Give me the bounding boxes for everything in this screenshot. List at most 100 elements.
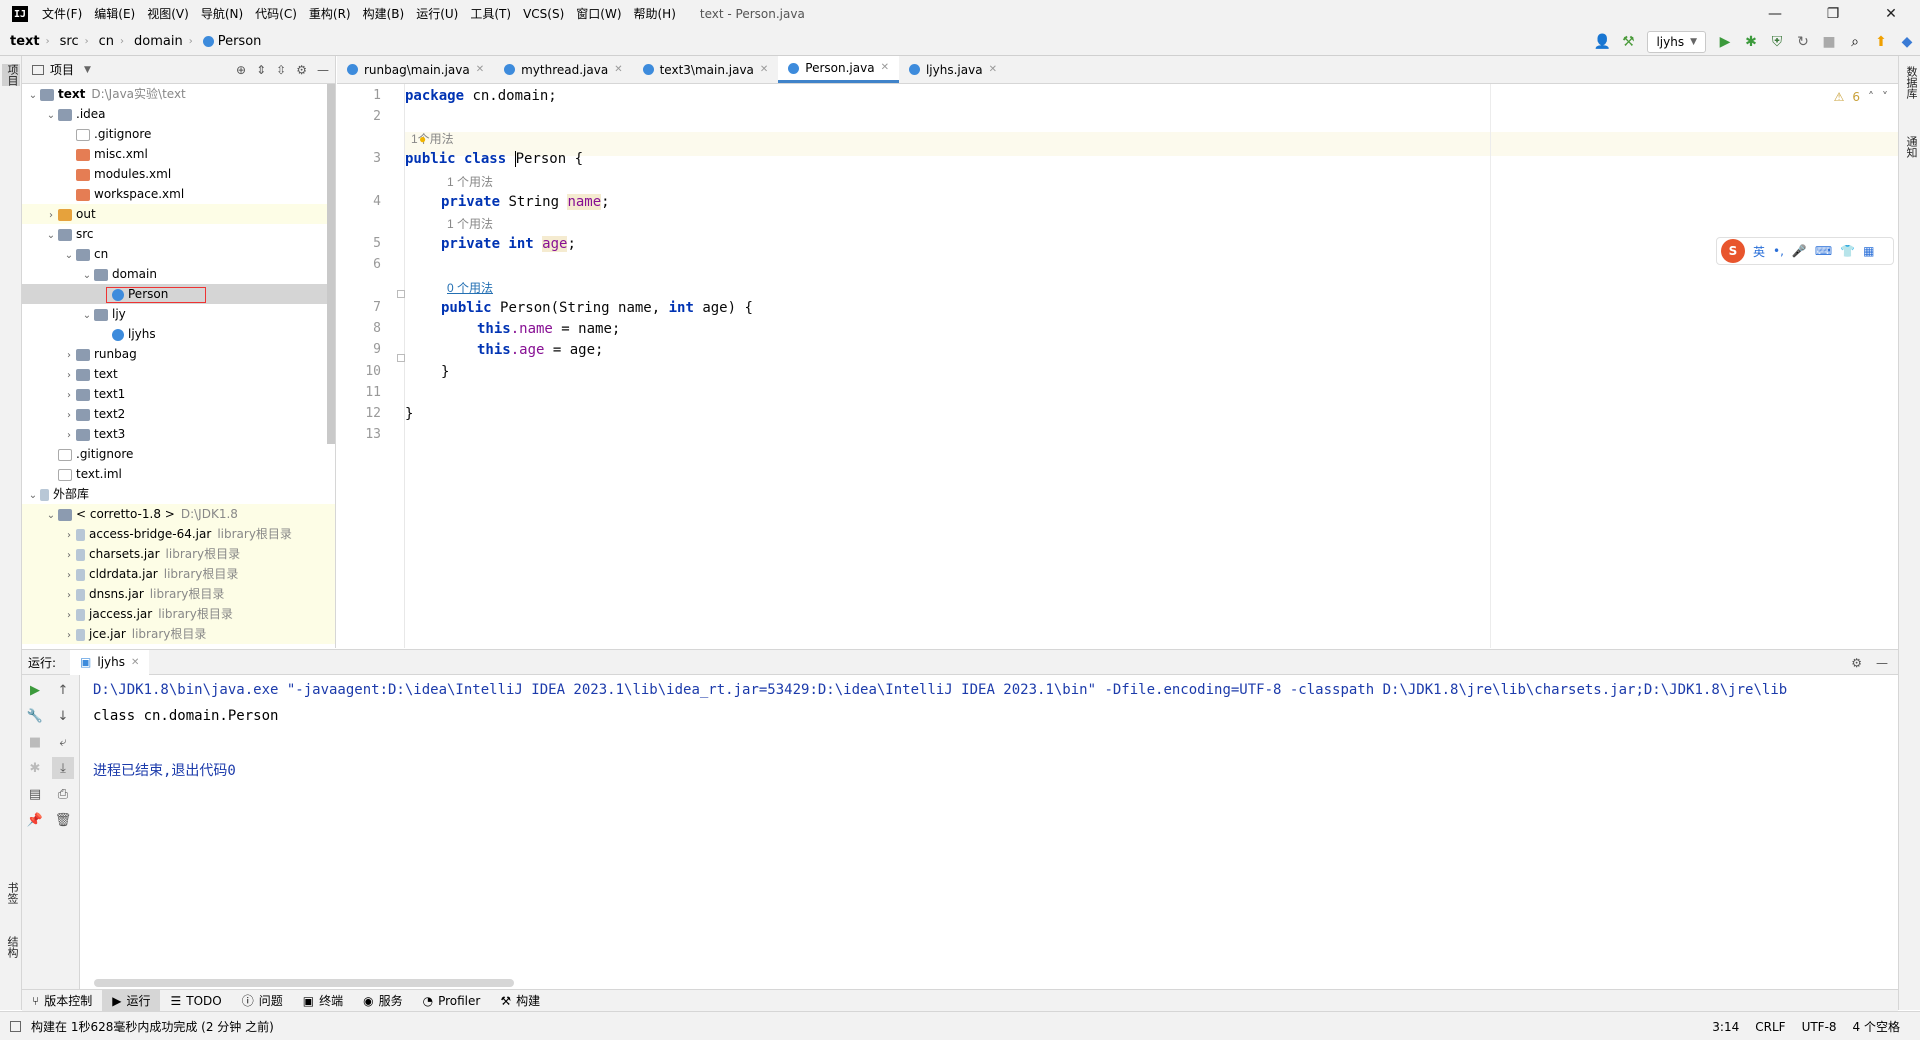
breadcrumb-person[interactable]: Person	[193, 34, 264, 49]
console-output[interactable]: D:\JDK1.8\bin\java.exe "-javaagent:D:\id…	[80, 675, 1898, 989]
tree-node[interactable]: modules.xml	[22, 164, 335, 184]
project-tool-button[interactable]: 项目	[2, 64, 20, 86]
chevron-right-icon[interactable]: ›	[62, 346, 76, 366]
chevron-down-icon[interactable]: ▼	[84, 65, 91, 75]
tree-node[interactable]: › out	[22, 204, 335, 224]
chevron-right-icon[interactable]: ›	[62, 626, 76, 646]
menu-file[interactable]: 文件(F)	[36, 0, 88, 28]
menu-edit[interactable]: 编辑(E)	[88, 0, 141, 28]
tree-node[interactable]: ⌄ < corretto-1.8 > D:\JDK1.8	[22, 504, 335, 524]
pin-icon[interactable]: 📌	[24, 809, 46, 831]
tree-node[interactable]: .gitignore	[22, 124, 335, 144]
tree-node[interactable]: ⌄ cn	[22, 244, 335, 264]
chevron-down-icon[interactable]: ⌄	[80, 266, 94, 286]
menu-navigate[interactable]: 导航(N)	[195, 0, 249, 28]
close-icon[interactable]: ✕	[614, 56, 622, 84]
tree-node[interactable]: › charsets.jar library根目录	[22, 544, 335, 564]
trash-icon[interactable]: 🗑	[52, 809, 74, 831]
usage-hint-link[interactable]: 0 个用法	[447, 279, 493, 296]
jetbrains-icon[interactable]: ◆	[1894, 28, 1920, 56]
menu-window[interactable]: 窗口(W)	[570, 0, 627, 28]
inspection-widget[interactable]: ⚠ 6 ˄ ˅	[1834, 90, 1888, 104]
rerun-icon[interactable]: ▶	[24, 679, 46, 701]
coverage-icon[interactable]: ⛨	[1764, 28, 1790, 56]
tree-node[interactable]: ⌄ domain	[22, 264, 335, 284]
chevron-down-icon[interactable]: ⌄	[26, 86, 40, 106]
tree-node[interactable]: ljyhs	[22, 324, 335, 344]
tree-node[interactable]: workspace.xml	[22, 184, 335, 204]
profiler-tool-button[interactable]: ◔ Profiler	[413, 990, 491, 1012]
tree-node[interactable]: ⌄ 外部库	[22, 484, 335, 504]
close-icon[interactable]: ✕	[989, 56, 997, 84]
menu-help[interactable]: 帮助(H)	[628, 0, 682, 28]
chevron-up-icon[interactable]: ˄	[1868, 90, 1874, 104]
notifications-tool-button[interactable]: 通知	[1901, 136, 1919, 158]
close-icon[interactable]: ✕	[881, 54, 889, 82]
debug-icon[interactable]: ✱	[1738, 28, 1764, 56]
collapse-all-icon[interactable]: ⇳	[276, 63, 286, 77]
usage-hint[interactable]: 1个用法 ●	[411, 130, 454, 147]
tree-node[interactable]: misc.xml	[22, 144, 335, 164]
chevron-right-icon[interactable]: ›	[62, 406, 76, 426]
run-tab-ljyhs[interactable]: ▣ ljyhs ✕	[70, 649, 150, 675]
ime-punctuation-label[interactable]: •,	[1773, 244, 1784, 258]
ime-toolbar[interactable]: S 英 •, 🎤 ⌨ 👕 ▦	[1716, 237, 1894, 265]
tree-node[interactable]: › text	[22, 364, 335, 384]
chevron-right-icon[interactable]: ›	[62, 606, 76, 626]
structure-tool-button[interactable]: 结构	[2, 936, 20, 958]
problems-tool-button[interactable]: ⓘ 问题	[232, 990, 293, 1012]
usage-hint[interactable]: 1 个用法	[447, 173, 493, 190]
tree-node[interactable]: text.iml	[22, 464, 335, 484]
hide-icon[interactable]: —	[1876, 656, 1888, 670]
editor-tab[interactable]: runbag\main.java ✕	[337, 56, 494, 83]
menu-build[interactable]: 构建(B)	[357, 0, 411, 28]
todo-tool-button[interactable]: ☰ TODO	[160, 990, 231, 1012]
chevron-right-icon[interactable]: ›	[62, 546, 76, 566]
tree-node[interactable]: .gitignore	[22, 444, 335, 464]
chevron-down-icon[interactable]: ⌄	[44, 506, 58, 526]
tree-node[interactable]: › runbag	[22, 344, 335, 364]
close-icon[interactable]: ✕	[131, 650, 139, 675]
scroll-to-end-icon[interactable]: ⤓	[52, 757, 74, 779]
tree-node[interactable]: › text2	[22, 404, 335, 424]
tree-node[interactable]: › text3	[22, 424, 335, 444]
restore-icon[interactable]: ❐	[1804, 0, 1862, 28]
code-editor[interactable]: ⚠ 6 ˄ ˅ package cn.domain; 1个用法 ● public cla…	[405, 84, 1898, 648]
services-tool-button[interactable]: ◉ 服务	[353, 990, 413, 1012]
project-panel-title[interactable]: 项目	[50, 61, 74, 78]
search-icon[interactable]: ⌕	[1842, 28, 1868, 56]
tree-node[interactable]: ⌄ src	[22, 224, 335, 244]
arrow-up-icon[interactable]: ↑	[52, 679, 74, 701]
breadcrumb-cn[interactable]: cn	[89, 34, 116, 49]
file-encoding[interactable]: UTF-8	[1802, 1020, 1837, 1034]
vcs-tool-button[interactable]: ⑂ 版本控制	[22, 990, 102, 1012]
grid-icon[interactable]: ▦	[1863, 244, 1874, 258]
tree-node[interactable]: › jce.jar library根目录	[22, 624, 335, 644]
usage-hint[interactable]: 1 个用法	[447, 215, 493, 232]
chevron-right-icon[interactable]: ›	[62, 426, 76, 446]
layout-icon[interactable]: ▤	[24, 783, 46, 805]
tree-node[interactable]: › cldrdata.jar library根目录	[22, 564, 335, 584]
build-tool-button[interactable]: ⚒ 构建	[490, 990, 550, 1012]
fold-icon[interactable]	[397, 290, 405, 298]
hide-icon[interactable]: —	[317, 63, 329, 77]
gear-icon[interactable]: ⚙	[1851, 656, 1862, 670]
chevron-down-icon[interactable]: ⌄	[26, 486, 40, 506]
run-tool-button[interactable]: ▶ 运行	[102, 989, 161, 1012]
profile-icon[interactable]: ↻	[1790, 28, 1816, 56]
debug-disabled-icon[interactable]: ✱	[24, 757, 46, 779]
menu-view[interactable]: 视图(V)	[141, 0, 195, 28]
tree-node[interactable]: ⌄ ljy	[22, 304, 335, 324]
soft-wrap-icon[interactable]: ⤶	[52, 731, 74, 753]
tree-node[interactable]: › access-bridge-64.jar library根目录	[22, 524, 335, 544]
gear-icon[interactable]: ⚙	[296, 63, 307, 77]
microphone-icon[interactable]: 🎤	[1792, 244, 1807, 258]
run-icon[interactable]: ▶	[1712, 28, 1738, 56]
expand-all-icon[interactable]: ⇕	[256, 63, 266, 77]
editor-tab[interactable]: Person.java ✕	[778, 56, 899, 83]
chevron-down-icon[interactable]: ⌄	[62, 246, 76, 266]
ime-language-label[interactable]: 英	[1753, 243, 1765, 260]
menu-code[interactable]: 代码(C)	[249, 0, 303, 28]
user-icon[interactable]: 👤	[1589, 28, 1615, 56]
tree-node[interactable]: › dnsns.jar library根目录	[22, 584, 335, 604]
